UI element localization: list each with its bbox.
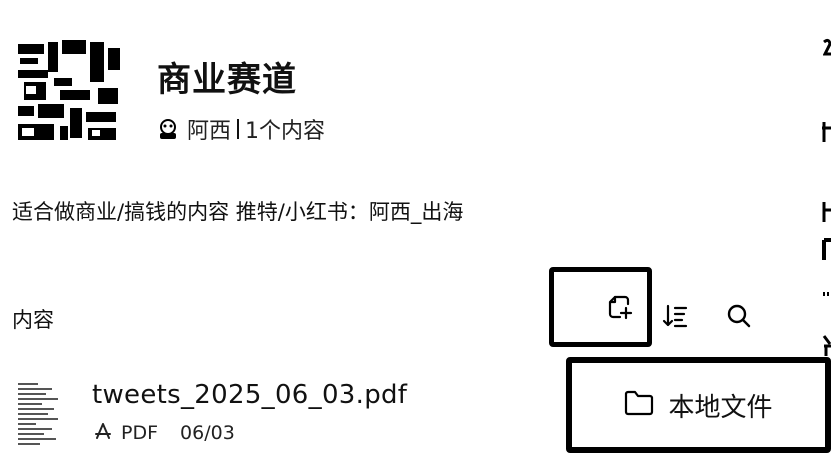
local-file-option-label: 本地文件: [668, 392, 773, 423]
right-panel-fragment-5: [822, 286, 831, 296]
right-panel-fragment-4: [822, 238, 831, 262]
add-content-button[interactable]: [549, 267, 652, 347]
pdf-icon: [94, 422, 112, 444]
local-file-option[interactable]: 本地文件: [624, 387, 773, 424]
right-panel-fragment-1: [823, 38, 831, 58]
section-label: 内容: [12, 308, 54, 332]
folder-icon: [624, 390, 654, 420]
content-count: 1个内容: [245, 119, 326, 144]
file-meta: PDF 06/03: [94, 422, 235, 444]
collection-meta: 阿西 1个内容: [157, 114, 325, 144]
sort-icon: [662, 303, 688, 333]
add-source-popup: 本地文件: [566, 357, 831, 453]
collection-description: 适合做商业/搞钱的内容 推特/小红书：阿西_出海: [12, 200, 464, 224]
author-name[interactable]: 阿西: [187, 113, 231, 145]
right-panel-fragment-2: [822, 120, 831, 144]
meta-divider: [237, 119, 240, 139]
add-file-icon: [607, 294, 633, 324]
file-date: 06/03: [180, 422, 235, 444]
file-name[interactable]: tweets_2025_06_03.pdf: [92, 380, 407, 410]
search-button[interactable]: [720, 300, 758, 336]
search-icon: [726, 303, 752, 333]
author-avatar-icon[interactable]: [157, 118, 179, 140]
right-panel-fragment-3: [822, 200, 831, 224]
collection-cover-image: [14, 38, 124, 146]
right-panel-fragment-6: [822, 334, 831, 356]
collection-title: 商业赛道: [157, 60, 297, 100]
file-type: PDF: [121, 422, 159, 444]
file-thumbnail[interactable]: [16, 381, 68, 447]
sort-button[interactable]: [656, 300, 694, 336]
